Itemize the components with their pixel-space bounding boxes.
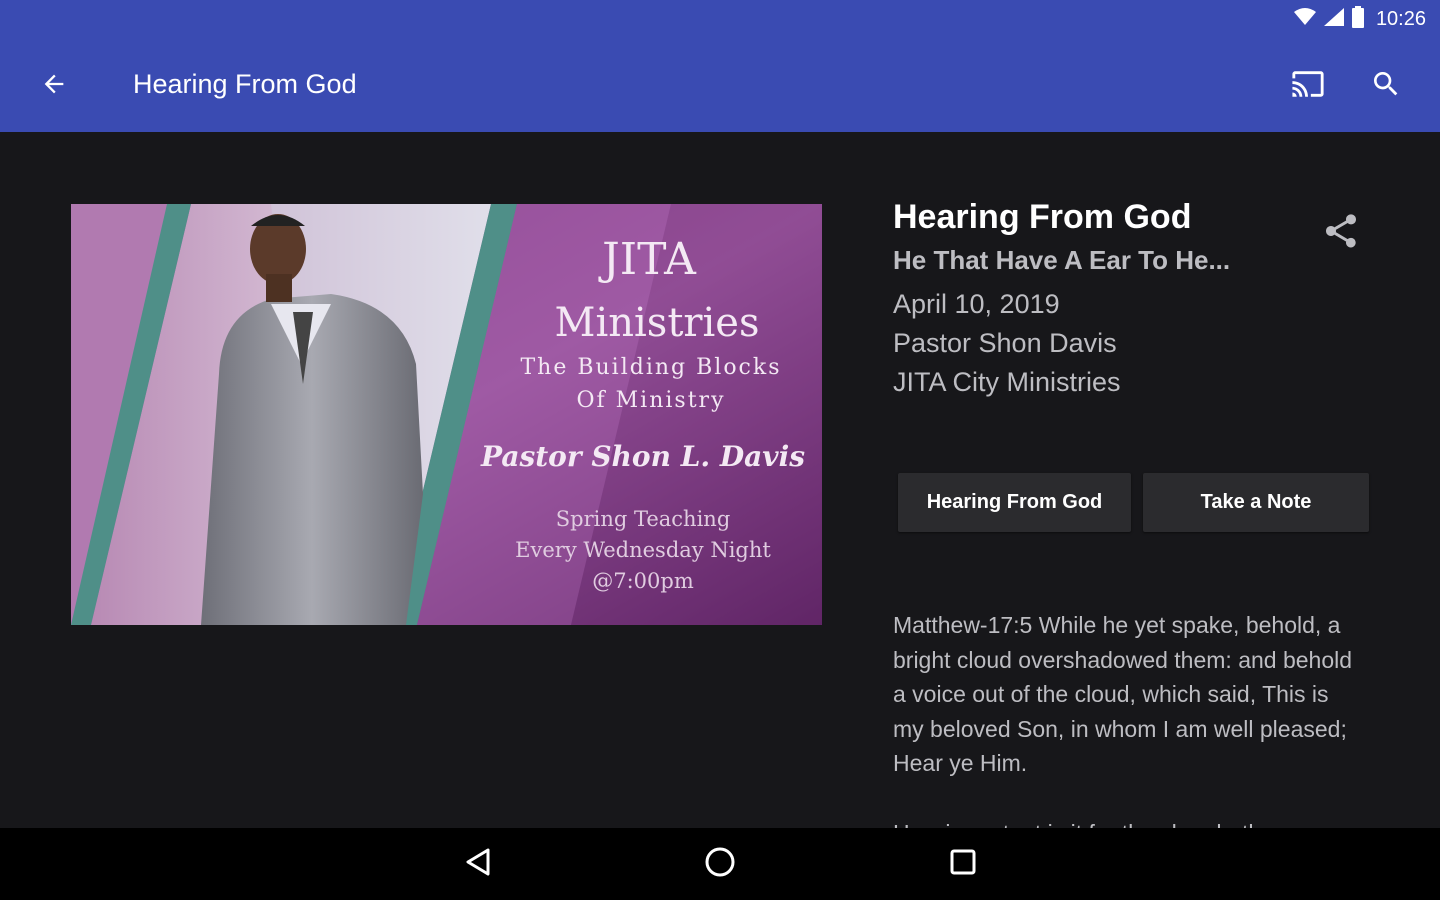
sermon-artwork: JITA Ministries The Building Blocks Of M… (71, 204, 822, 625)
nav-back-button[interactable] (456, 842, 500, 886)
logo-line-1: JITA (598, 234, 697, 285)
back-arrow-icon (40, 70, 68, 103)
series-button[interactable]: Hearing From God (898, 473, 1131, 532)
cast-button[interactable] (1286, 66, 1330, 106)
event-line-1: Spring Teaching (556, 507, 731, 531)
status-time: 10:26 (1375, 8, 1426, 30)
cast-icon (1289, 67, 1327, 106)
tagline-line-2: Of Ministry (576, 388, 725, 413)
speaker-script: Pastor Shon L. Davis (480, 440, 805, 473)
search-icon (1370, 68, 1402, 105)
status-icons: 10:26 (1293, 6, 1426, 33)
sermon-date: April 10, 2019 (893, 289, 1060, 319)
nav-home-button[interactable] (698, 842, 742, 886)
scripture-text: Matthew-17:5 While he yet spake, behold,… (893, 612, 1353, 777)
sermon-subtitle: He That Have A Ear To He... (893, 245, 1231, 275)
system-nav-bar (0, 828, 1440, 900)
back-button[interactable] (34, 66, 74, 106)
share-icon (1321, 211, 1361, 256)
sermon-notes-next-line: How important is it for the church, the (893, 816, 1363, 828)
sermon-notes-continued: How important is it for the church, the (893, 812, 1363, 828)
app-bar: Hearing From God (0, 40, 1440, 132)
search-button[interactable] (1366, 66, 1406, 106)
triangle-back-icon (464, 847, 492, 882)
event-line-2: Every Wednesday Night (515, 538, 771, 562)
sermon-ministry: JITA City Ministries (893, 367, 1121, 397)
tagline-line-1: The Building Blocks (520, 355, 781, 380)
nav-recents-button[interactable] (941, 842, 985, 886)
share-button[interactable] (1318, 210, 1364, 256)
take-note-button[interactable]: Take a Note (1143, 473, 1369, 532)
cell-signal-icon (1323, 8, 1344, 31)
square-recents-icon (949, 848, 977, 881)
sermon-speaker: Pastor Shon Davis (893, 328, 1117, 358)
app-bar-title: Hearing From God (133, 69, 357, 99)
logo-line-2: Ministries (554, 300, 759, 346)
circle-home-icon (704, 846, 736, 883)
wifi-icon (1293, 8, 1316, 31)
battery-icon (1351, 6, 1364, 33)
status-bar: 10:26 (0, 0, 1440, 40)
event-line-3: @7:00pm (592, 569, 694, 593)
sermon-title: Hearing From God (893, 198, 1192, 236)
sermon-info: Hearing From God He That Have A Ear To H… (893, 197, 1333, 402)
